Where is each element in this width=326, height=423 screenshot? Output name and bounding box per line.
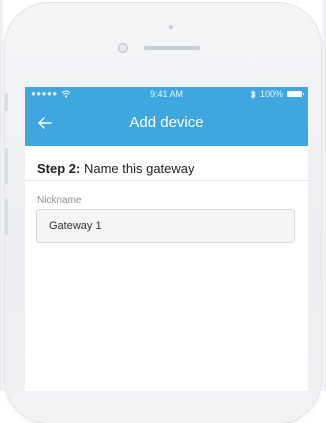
- status-right: 100%: [250, 89, 304, 99]
- step-text: Name this gateway: [80, 161, 195, 176]
- proximity-sensor: [169, 25, 173, 29]
- mute-switch: [5, 93, 8, 111]
- section-divider: [25, 180, 308, 181]
- volume-down-button: [5, 199, 8, 235]
- app-bar: ●●●●● 9:41 AM 100% Add device: [25, 87, 308, 146]
- nickname-input[interactable]: [36, 209, 295, 243]
- nickname-label: Nickname: [37, 195, 82, 206]
- status-bar: ●●●●● 9:41 AM 100%: [25, 87, 308, 102]
- page-title: Add device: [129, 114, 204, 131]
- step-number: Step 2:: [37, 161, 81, 176]
- toolbar: Add device: [25, 102, 308, 146]
- step-heading: Step 2: Name this gateway: [37, 161, 296, 176]
- battery-icon: [287, 91, 304, 97]
- right-edge: [321, 0, 326, 391]
- app-screen: ●●●●● 9:41 AM 100% Add device Step 2: Na…: [25, 87, 308, 391]
- bluetooth-icon: [250, 89, 256, 99]
- front-camera: [118, 43, 128, 53]
- volume-up-button: [5, 148, 8, 184]
- battery-percent: 100%: [259, 89, 283, 99]
- earpiece-speaker: [144, 46, 200, 50]
- content: Step 2: Name this gateway: [25, 161, 308, 176]
